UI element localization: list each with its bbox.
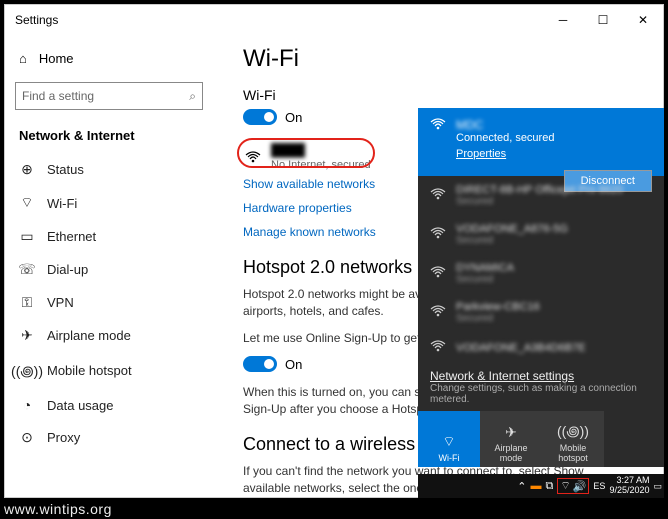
- tile-label: Airplane mode: [482, 443, 540, 463]
- sidebar-item-wi-fi[interactable]: ⌔ Wi-Fi: [5, 186, 213, 220]
- sidebar-item-data-usage[interactable]: ◔ Data usage: [5, 389, 213, 421]
- nav-icon: ▭: [19, 228, 35, 245]
- wifi-icon: [430, 227, 446, 242]
- hotspot-toggle[interactable]: [243, 356, 277, 372]
- wifi-icon: [430, 188, 446, 203]
- window-title: Settings: [15, 13, 58, 27]
- tray: ⌃ ▬ ⧉ ⌔ 🔊 ES: [517, 478, 605, 494]
- search-input[interactable]: Find a setting ⌕: [15, 82, 203, 110]
- close-button[interactable]: ✕: [623, 5, 663, 35]
- flyout-current-network[interactable]: MDC Connected, secured Properties Discon…: [418, 108, 664, 176]
- tile-icon: ((꩜)): [557, 420, 589, 441]
- wifi-state: On: [285, 110, 302, 125]
- wifi-subtitle: Wi-Fi: [243, 87, 633, 103]
- nav-icon: ☏: [19, 261, 35, 278]
- sidebar: ⌂ Home Find a setting ⌕ Network & Intern…: [5, 35, 213, 497]
- volume-icon[interactable]: 🔊: [573, 480, 587, 493]
- page-title: Wi-Fi: [243, 45, 633, 73]
- section-header: Network & Internet: [5, 122, 213, 153]
- highlight-annotation: [237, 138, 375, 168]
- flyout-settings-sub: Change settings, such as making a connec…: [430, 383, 652, 405]
- search-icon: ⌕: [189, 89, 196, 104]
- nav-label: Ethernet: [47, 229, 96, 244]
- tile-label: Wi-Fi: [439, 453, 460, 463]
- battery-icon[interactable]: ▬: [531, 480, 542, 492]
- nav-label: Status: [47, 162, 84, 177]
- sidebar-item-airplane-mode[interactable]: ✈ Airplane mode: [5, 319, 213, 352]
- nav-icon: ✈: [19, 327, 35, 344]
- chevron-up-icon[interactable]: ⌃: [517, 480, 526, 493]
- nav-icon: ⌔: [19, 194, 35, 212]
- clock[interactable]: 3:27 AM 9/25/2020: [609, 476, 649, 496]
- sidebar-item-dial-up[interactable]: ☏ Dial-up: [5, 253, 213, 286]
- notifications-icon[interactable]: ▭: [653, 481, 662, 492]
- available-network[interactable]: VODAFONE_A3B4D6B7E: [418, 332, 664, 363]
- tile-icon: ⌔: [442, 433, 455, 451]
- nav-label: VPN: [47, 295, 74, 310]
- tile-label: Mobile hotspot: [544, 443, 602, 463]
- available-network[interactable]: DIRECT-8B-HP Officejet Pro 8620Secured: [418, 176, 564, 215]
- network-flyout: MDC Connected, secured Properties Discon…: [418, 108, 664, 467]
- flyout-settings-title: Network & Internet settings: [430, 369, 652, 383]
- search-placeholder: Find a setting: [22, 89, 94, 103]
- nav-label: Wi-Fi: [47, 196, 77, 211]
- flyout-ssid: MDC: [456, 118, 483, 132]
- available-network[interactable]: Parkview-CBC16Secured: [418, 293, 664, 332]
- flyout-status: Connected, secured: [456, 132, 652, 144]
- wifi-tray-icon[interactable]: ⌔: [560, 479, 570, 493]
- nav-label: Proxy: [47, 430, 80, 445]
- taskbar: ⌃ ▬ ⧉ ⌔ 🔊 ES 3:27 AM 9/25/2020 ▭: [418, 474, 664, 498]
- wifi-icon: [430, 305, 446, 320]
- sidebar-item-vpn[interactable]: ⚿ VPN: [5, 286, 213, 319]
- titlebar: Settings ─ ☐ ✕: [5, 5, 663, 35]
- wifi-icon: [430, 118, 446, 133]
- nav-label: Dial-up: [47, 262, 88, 277]
- language-indicator[interactable]: ES: [593, 481, 605, 491]
- tile-mobile-hotspot[interactable]: ((꩜))Mobile hotspot: [542, 411, 604, 467]
- nav-label: Airplane mode: [47, 328, 131, 343]
- tile-airplane-mode[interactable]: ✈ Airplane mode: [480, 411, 542, 467]
- nav-icon: ((꩜)): [19, 360, 35, 381]
- nav-label: Mobile hotspot: [47, 363, 132, 378]
- flyout-settings-link[interactable]: Network & Internet settings Change setti…: [418, 363, 664, 411]
- wifi-icon: [430, 340, 446, 355]
- nav-icon: ⊕: [19, 161, 35, 178]
- nav-icon: ◔: [19, 397, 35, 413]
- sidebar-item-ethernet[interactable]: ▭ Ethernet: [5, 220, 213, 253]
- sidebar-item-mobile-hotspot[interactable]: ((꩜)) Mobile hotspot: [5, 352, 213, 389]
- available-network[interactable]: DYNAMICASecured: [418, 254, 664, 293]
- wifi-toggle[interactable]: [243, 109, 277, 125]
- tile-wi-fi[interactable]: ⌔ Wi-Fi: [418, 411, 480, 467]
- nav-icon: ⚿: [19, 294, 35, 311]
- maximize-button[interactable]: ☐: [583, 5, 623, 35]
- home-item[interactable]: ⌂ Home: [5, 43, 213, 74]
- network-icon[interactable]: ⧉: [546, 480, 554, 493]
- properties-link[interactable]: Properties: [456, 148, 506, 160]
- sidebar-item-proxy[interactable]: ⊙ Proxy: [5, 421, 213, 454]
- hotspot-state: On: [285, 357, 302, 372]
- home-icon: ⌂: [19, 51, 27, 66]
- tile-icon: ✈: [505, 424, 517, 441]
- wifi-icon: [430, 266, 446, 281]
- minimize-button[interactable]: ─: [543, 5, 583, 35]
- nav-icon: ⊙: [19, 429, 35, 446]
- home-label: Home: [39, 51, 74, 66]
- watermark: www.wintips.org: [4, 501, 112, 517]
- sidebar-item-status[interactable]: ⊕ Status: [5, 153, 213, 186]
- nav-label: Data usage: [47, 398, 114, 413]
- available-network[interactable]: VODAFONE_A876-5GSecured: [418, 215, 664, 254]
